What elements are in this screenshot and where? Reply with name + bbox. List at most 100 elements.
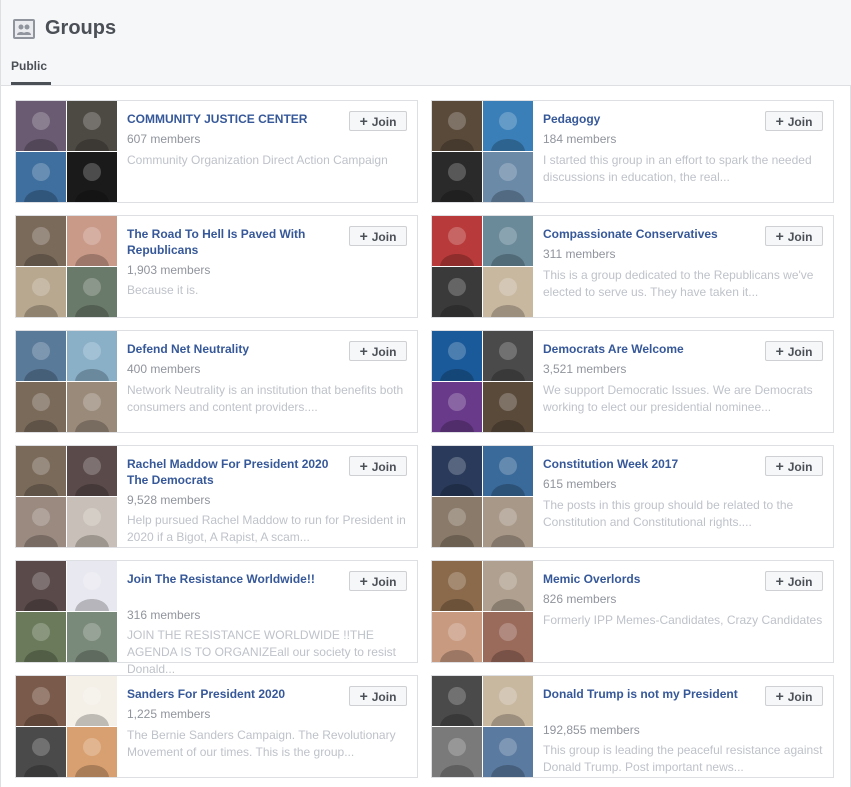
- group-name-link[interactable]: Donald Trump is not my President: [543, 686, 753, 702]
- groups-icon: [13, 19, 35, 39]
- member-photo: [432, 101, 482, 151]
- join-button[interactable]: + Join: [349, 456, 407, 476]
- group-card[interactable]: COMMUNITY JUSTICE CENTER 607 members Commu…: [15, 100, 418, 203]
- join-button[interactable]: + Join: [765, 341, 823, 361]
- member-photo: [16, 267, 66, 317]
- join-button[interactable]: + Join: [765, 571, 823, 591]
- member-photo: [67, 561, 117, 611]
- group-description: The Bernie Sanders Campaign. The Revolut…: [127, 728, 396, 759]
- group-photo-grid[interactable]: [16, 676, 117, 777]
- join-button[interactable]: + Join: [349, 111, 407, 131]
- group-photo-grid[interactable]: [432, 446, 533, 547]
- group-card[interactable]: Donald Trump is not my President 192,855 …: [431, 675, 834, 778]
- join-button[interactable]: + Join: [349, 341, 407, 361]
- group-photo-grid[interactable]: [432, 101, 533, 202]
- tab-active-indicator: [11, 82, 51, 85]
- plus-icon: +: [359, 228, 368, 244]
- tab-public[interactable]: Public: [11, 59, 47, 73]
- member-count: 615 members: [543, 477, 617, 491]
- group-photo-grid[interactable]: [432, 676, 533, 777]
- group-name-link[interactable]: COMMUNITY JUSTICE CENTER: [127, 111, 337, 127]
- group-name-link[interactable]: Rachel Maddow For President 2020 The Dem…: [127, 456, 337, 488]
- group-name-link[interactable]: Constitution Week 2017: [543, 456, 753, 472]
- plus-icon: +: [775, 228, 784, 244]
- join-label: Join: [787, 460, 813, 474]
- group-description: This group is leading the peaceful resis…: [543, 743, 823, 774]
- member-photo: [432, 152, 482, 202]
- group-description: Community Organization Direct Action Cam…: [127, 153, 388, 167]
- group-card[interactable]: Sanders For President 2020 1,225 members T…: [15, 675, 418, 778]
- group-description: Because it is.: [127, 283, 199, 297]
- member-photo: [67, 152, 117, 202]
- join-button[interactable]: + Join: [349, 686, 407, 706]
- group-card[interactable]: Constitution Week 2017 615 members The pos…: [431, 445, 834, 548]
- group-name-link[interactable]: Compassionate Conservatives: [543, 226, 753, 242]
- group-description: Network Neutrality is an institution tha…: [127, 383, 404, 414]
- join-label: Join: [371, 115, 397, 129]
- member-count: 184 members: [543, 132, 617, 146]
- join-label: Join: [787, 345, 813, 359]
- group-card[interactable]: The Road To Hell Is Paved With Republica…: [15, 215, 418, 318]
- group-photo-grid[interactable]: [16, 331, 117, 432]
- group-photo-grid[interactable]: [432, 216, 533, 317]
- group-description: Formerly IPP Memes-Candidates, Crazy Can…: [543, 613, 823, 627]
- group-card[interactable]: Pedagogy 184 members I started this group …: [431, 100, 834, 203]
- plus-icon: +: [359, 573, 368, 589]
- group-card[interactable]: Memic Overlords 826 members Formerly IPP M…: [431, 560, 834, 663]
- group-photo-grid[interactable]: [16, 561, 117, 662]
- member-photo: [432, 612, 482, 662]
- group-description: This is a group dedicated to the Republi…: [543, 268, 814, 299]
- member-photo: [483, 561, 533, 611]
- join-label: Join: [787, 230, 813, 244]
- join-button[interactable]: + Join: [349, 226, 407, 246]
- member-count: 3,521 members: [543, 362, 627, 376]
- member-photo: [67, 676, 117, 726]
- join-button[interactable]: + Join: [765, 111, 823, 131]
- join-label: Join: [787, 115, 813, 129]
- group-card[interactable]: Compassionate Conservatives 311 members Th…: [431, 215, 834, 318]
- group-photo-grid[interactable]: [16, 216, 117, 317]
- group-description: I started this group in an effort to spa…: [543, 153, 812, 184]
- member-photo: [16, 382, 66, 432]
- member-photo: [16, 331, 66, 381]
- member-photo: [67, 382, 117, 432]
- group-photo-grid[interactable]: [432, 331, 533, 432]
- group-name-link[interactable]: Democrats Are Welcome: [543, 341, 753, 357]
- group-card[interactable]: Join The Resistance Worldwide!! 316 membe…: [15, 560, 418, 676]
- join-button[interactable]: + Join: [765, 226, 823, 246]
- join-label: Join: [371, 230, 397, 244]
- member-count: 316 members: [127, 608, 201, 622]
- group-name-link[interactable]: Sanders For President 2020: [127, 686, 337, 702]
- join-button[interactable]: + Join: [765, 686, 823, 706]
- group-name-link[interactable]: The Road To Hell Is Paved With Republica…: [127, 226, 337, 258]
- member-photo: [16, 676, 66, 726]
- member-photo: [432, 216, 482, 266]
- group-photo-grid[interactable]: [16, 446, 117, 547]
- member-photo: [483, 446, 533, 496]
- join-button[interactable]: + Join: [765, 456, 823, 476]
- member-photo: [16, 561, 66, 611]
- member-photo: [67, 612, 117, 662]
- member-photo: [67, 446, 117, 496]
- member-count: 9,528 members: [127, 493, 211, 507]
- group-name-link[interactable]: Pedagogy: [543, 111, 753, 127]
- group-name-link[interactable]: Join The Resistance Worldwide!!: [127, 571, 337, 587]
- member-photo: [483, 216, 533, 266]
- member-photo: [483, 612, 533, 662]
- group-photo-grid[interactable]: [432, 561, 533, 662]
- group-photo-grid[interactable]: [16, 101, 117, 202]
- plus-icon: +: [775, 458, 784, 474]
- group-name-link[interactable]: Defend Net Neutrality: [127, 341, 337, 357]
- group-card[interactable]: Democrats Are Welcome 3,521 members We sup…: [431, 330, 834, 433]
- plus-icon: +: [775, 343, 784, 359]
- join-label: Join: [371, 690, 397, 704]
- group-name-link[interactable]: Memic Overlords: [543, 571, 753, 587]
- group-description: JOIN THE RESISTANCE WORLDWIDE !!THE AGEN…: [127, 628, 396, 676]
- member-photo: [432, 497, 482, 547]
- group-card[interactable]: Defend Net Neutrality 400 members Network …: [15, 330, 418, 433]
- member-count: 1,225 members: [127, 707, 211, 721]
- member-photo: [16, 446, 66, 496]
- join-button[interactable]: + Join: [349, 571, 407, 591]
- group-card[interactable]: Rachel Maddow For President 2020 The Dem…: [15, 445, 418, 548]
- member-photo: [432, 267, 482, 317]
